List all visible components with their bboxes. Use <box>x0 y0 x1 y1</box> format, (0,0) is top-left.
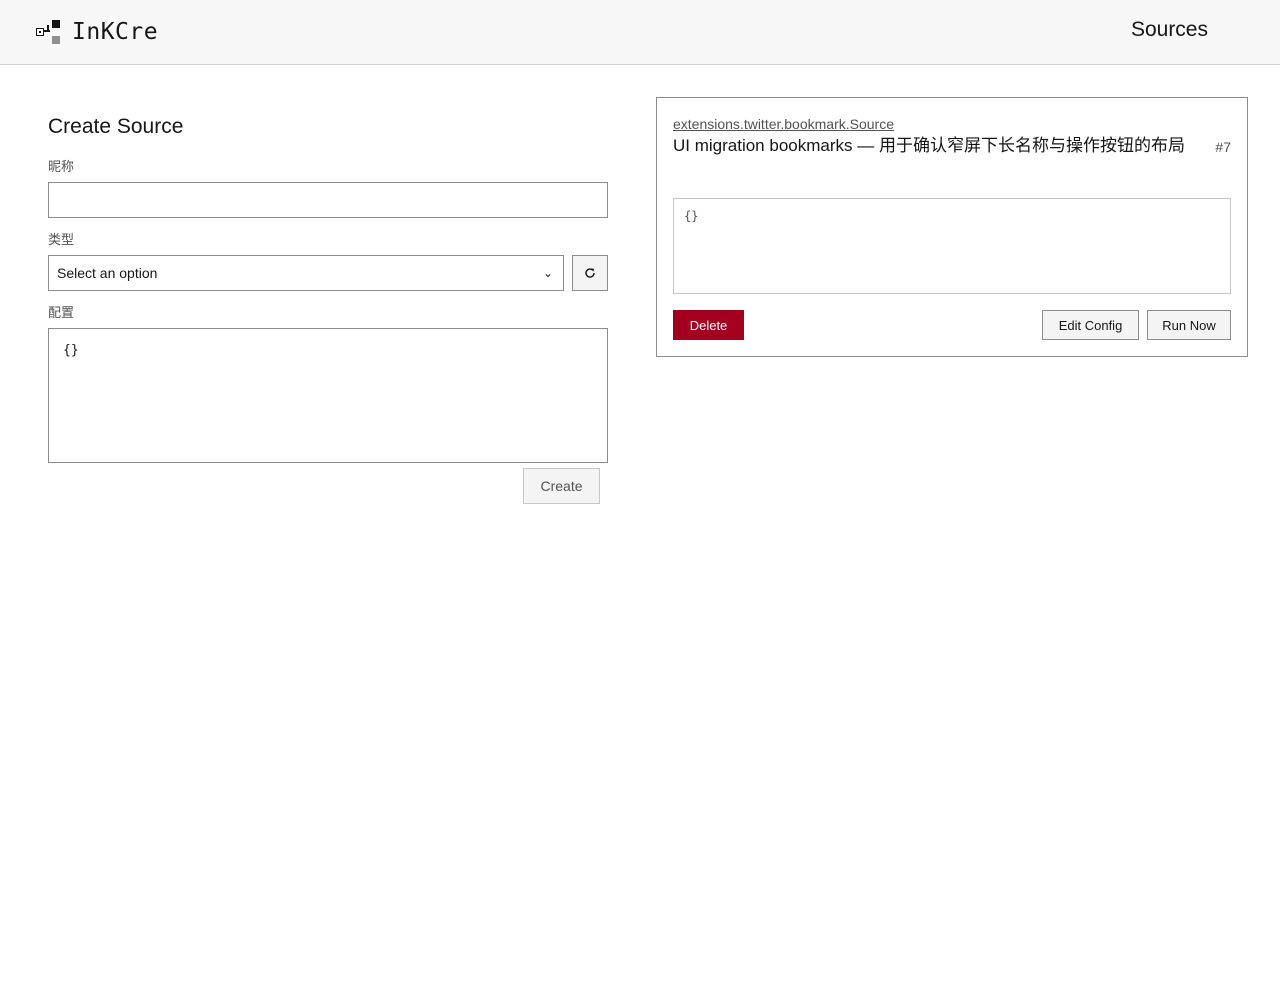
create-button[interactable]: Create <box>523 468 600 504</box>
inkcre-logo-icon <box>32 17 62 47</box>
refresh-types-button[interactable] <box>572 255 608 291</box>
source-title: UI migration bookmarks — 用于确认窄屏下长名称与操作按钮… <box>673 136 1185 155</box>
nav-sources-link[interactable]: Sources <box>1131 18 1208 42</box>
create-source-title: Create Source <box>48 115 184 138</box>
type-row: Select an option ⌄ <box>48 255 608 291</box>
type-select-value: Select an option <box>57 265 158 281</box>
brand-link[interactable]: InKCre <box>32 16 158 48</box>
chevron-down-icon: ⌄ <box>542 266 553 280</box>
run-now-button[interactable]: Run Now <box>1147 310 1231 340</box>
source-type-link[interactable]: extensions.twitter.bookmark.Source <box>673 116 894 132</box>
source-config-view: {} <box>673 198 1231 294</box>
create-source-form: Create Source 昵称 类型 Select an option ⌄ 配… <box>48 112 608 504</box>
edit-config-button[interactable]: Edit Config <box>1042 310 1139 340</box>
refresh-icon <box>585 268 595 278</box>
nickname-input[interactable] <box>48 182 608 218</box>
app-header: InKCre Sources <box>0 0 1280 65</box>
delete-button[interactable]: Delete <box>673 310 744 340</box>
nickname-label: 昵称 <box>48 159 75 174</box>
type-select[interactable]: Select an option ⌄ <box>48 255 564 291</box>
type-label: 类型 <box>48 232 75 247</box>
source-id: #7 <box>1215 139 1231 155</box>
source-card: extensions.twitter.bookmark.Source UI mi… <box>656 97 1248 357</box>
config-editor[interactable]: {} <box>48 328 608 463</box>
config-label: 配置 <box>48 305 75 320</box>
brand-name: InKCre <box>72 19 159 45</box>
